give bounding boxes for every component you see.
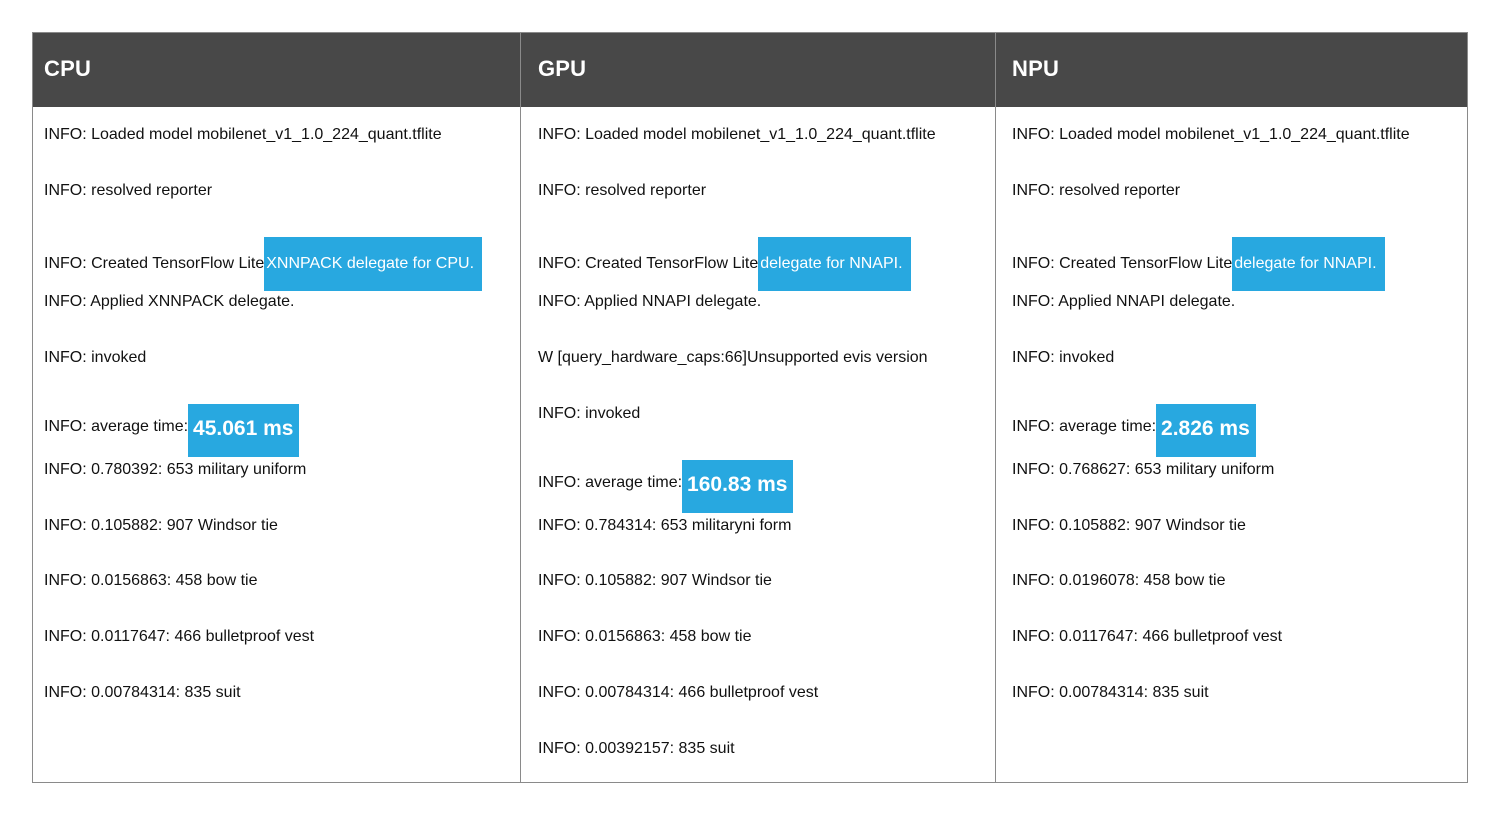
log-text: INFO: 0.780392: 653 military uniform	[44, 460, 307, 478]
log-line: INFO: 0.00784314: 466 bulletproof vest	[538, 683, 818, 703]
log-line: INFO: average time: 45.061 ms	[44, 404, 300, 457]
log-text: INFO: 0.0156863: 458 bow tie	[44, 572, 258, 590]
log-text: INFO: 0.105882: 907 Windsor tie	[1012, 516, 1246, 534]
log-text: INFO: 0.784314: 653 militaryni form	[538, 516, 792, 534]
log-line: INFO: Created TensorFlow Lite delegate fo…	[538, 236, 911, 291]
log-line: INFO: 0.0117647: 466 bulletproof vest	[44, 627, 314, 647]
log-text: INFO: average time:	[1012, 418, 1157, 435]
log-line: INFO: 0.0117647: 466 bulletproof vest	[1012, 627, 1282, 647]
log-text: INFO: resolved reporter	[1012, 181, 1181, 199]
log-line: INFO: resolved reporter	[1012, 181, 1180, 201]
log-text: INFO: 0.0196078: 458 bow tie	[1012, 572, 1226, 590]
log-line: INFO: 0.0196078: 458 bow tie	[1012, 571, 1225, 591]
log-text: INFO: invoked	[44, 349, 147, 367]
log-line: INFO: 0.780392: 653 military uniform	[44, 460, 306, 480]
delegate-highlight: delegate for NNAPI.	[1232, 236, 1385, 291]
average-time-highlight: 45.061 ms	[188, 404, 300, 457]
log-line: INFO: resolved reporter	[538, 181, 706, 201]
log-line: INFO: 0.0156863: 458 bow tie	[538, 627, 751, 647]
log-line: INFO: Created TensorFlow Lite delegate fo…	[1012, 236, 1385, 291]
log-line: INFO: 0.105882: 907 Windsor tie	[44, 516, 278, 536]
log-line: INFO: Created TensorFlow Lite XNNPACK del…	[44, 236, 483, 291]
column-cpu: CPU INFO: Loaded model mobilenet_v1_1.0_…	[33, 33, 520, 782]
log-text: INFO: Applied XNNPACK delegate.	[44, 293, 295, 311]
log-line: INFO: invoked	[44, 348, 146, 368]
log-line: INFO: 0.00784314: 835 suit	[44, 683, 241, 703]
log-text: INFO: invoked	[1012, 349, 1115, 367]
column-title: NPU	[1012, 56, 1060, 81]
log-text: INFO: 0.105882: 907 Windsor tie	[44, 516, 278, 534]
log-line: INFO: Applied XNNPACK delegate.	[44, 292, 295, 312]
log-text: INFO: resolved reporter	[538, 181, 707, 199]
log-line: INFO: invoked	[538, 404, 640, 424]
log-text: INFO: Created TensorFlow Lite	[538, 254, 759, 272]
column-npu: NPU INFO: Loaded model mobilenet_v1_1.0_…	[995, 33, 1467, 782]
column-title: CPU	[44, 56, 92, 81]
average-time-highlight: 2.826 ms	[1156, 404, 1256, 457]
log-text: INFO: resolved reporter	[44, 181, 213, 199]
average-time-highlight: 160.83 ms	[682, 459, 794, 513]
log-line: INFO: Loaded model mobilenet_v1_1.0_224_…	[538, 125, 936, 145]
log-text: INFO: 0.0117647: 466 bulletproof vest	[1012, 628, 1283, 646]
log-line: INFO: 0.105882: 907 Windsor tie	[538, 571, 772, 591]
log-text: INFO: Applied NNAPI delegate.	[1012, 293, 1236, 311]
log-text: INFO: Created TensorFlow Lite	[1012, 254, 1233, 272]
log-text: INFO: 0.00392157: 835 suit	[538, 739, 735, 757]
comparison-table: CPU INFO: Loaded model mobilenet_v1_1.0_…	[32, 32, 1468, 783]
log-text: INFO: 0.00784314: 835 suit	[44, 684, 241, 701]
log-line: INFO: Applied NNAPI delegate.	[538, 292, 761, 312]
log-line: INFO: Loaded model mobilenet_v1_1.0_224_…	[1012, 125, 1410, 145]
column-title: GPU	[538, 56, 587, 81]
log-text: INFO: Applied NNAPI delegate.	[538, 293, 762, 311]
log-line: INFO: 0.00784314: 835 suit	[1012, 683, 1209, 703]
log-line: INFO: average time: 2.826 ms	[1012, 404, 1256, 457]
log-text: INFO: average time:	[538, 473, 683, 491]
delegate-highlight: XNNPACK delegate for CPU.	[264, 236, 483, 291]
log-text: INFO: Loaded model mobilenet_v1_1.0_224_…	[538, 126, 936, 143]
log-line: INFO: 0.0156863: 458 bow tie	[44, 571, 257, 591]
log-line: W [query_hardware_caps:66]Unsupported ev…	[538, 348, 928, 368]
log-line: INFO: Applied NNAPI delegate.	[1012, 292, 1235, 312]
log-line: INFO: average time: 160.83 ms	[538, 459, 794, 513]
log-line: INFO: 0.784314: 653 militaryni form	[538, 516, 791, 536]
log-text: INFO: invoked	[538, 405, 641, 422]
log-text: INFO: 0.105882: 907 Windsor tie	[538, 572, 772, 590]
column-gpu: GPU INFO: Loaded model mobilenet_v1_1.0_…	[520, 33, 995, 782]
log-text: INFO: Created TensorFlow Lite	[44, 254, 265, 272]
log-line: INFO: 0.768627: 653 military uniform	[1012, 460, 1274, 480]
delegate-highlight: delegate for NNAPI.	[758, 236, 911, 291]
log-line: INFO: invoked	[1012, 348, 1114, 368]
log-line: INFO: 0.105882: 907 Windsor tie	[1012, 516, 1246, 536]
log-text: INFO: 0.0117647: 466 bulletproof vest	[44, 628, 315, 646]
log-text: INFO: Loaded model mobilenet_v1_1.0_224_…	[44, 126, 442, 143]
log-text: INFO: Loaded model mobilenet_v1_1.0_224_…	[1012, 126, 1410, 143]
log-text: INFO: 0.00784314: 466 bulletproof vest	[538, 684, 819, 701]
log-text: INFO: 0.768627: 653 military uniform	[1012, 460, 1275, 478]
log-text: INFO: 0.0156863: 458 bow tie	[538, 628, 752, 646]
log-line: INFO: Loaded model mobilenet_v1_1.0_224_…	[44, 125, 442, 145]
log-text: INFO: average time:	[44, 418, 189, 435]
log-text: W [query_hardware_caps:66]Unsupported ev…	[538, 349, 928, 367]
log-line: INFO: 0.00392157: 835 suit	[538, 739, 735, 759]
log-text: INFO: 0.00784314: 835 suit	[1012, 684, 1209, 701]
log-line: INFO: resolved reporter	[44, 181, 212, 201]
